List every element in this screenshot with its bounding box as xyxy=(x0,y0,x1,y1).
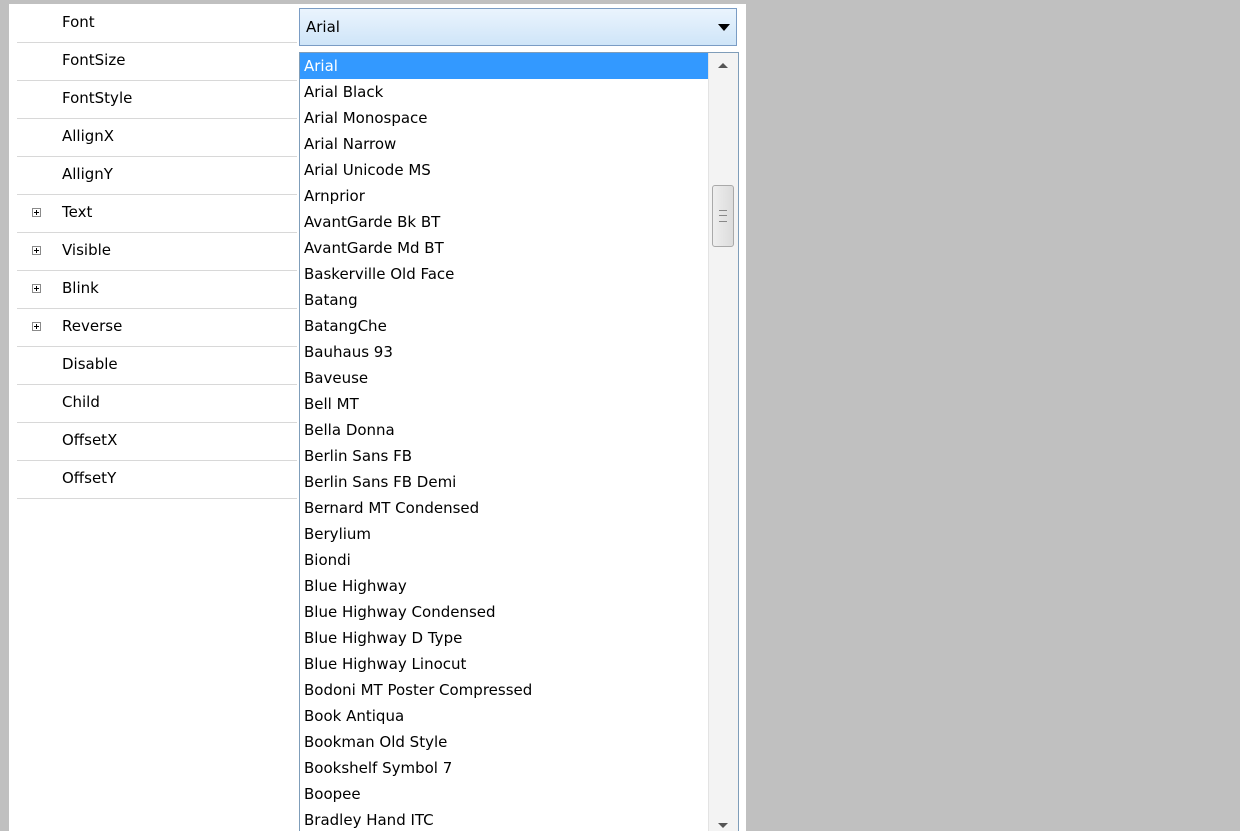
property-row[interactable]: FontStyle xyxy=(17,80,297,119)
property-row[interactable]: Reverse xyxy=(17,308,297,347)
font-option[interactable]: Bauhaus 93 xyxy=(300,339,708,365)
font-option[interactable]: Bookman Old Style xyxy=(300,729,708,755)
font-options: Arial Arial Black Arial Monospace Arial Nar… xyxy=(300,53,708,831)
property-row[interactable]: Text xyxy=(17,194,297,233)
property-label: FontSize xyxy=(62,51,126,69)
font-option[interactable]: Blue Highway D Type xyxy=(300,625,708,651)
font-option[interactable]: BatangChe xyxy=(300,313,708,339)
dropdown-scrollbar[interactable] xyxy=(708,53,738,831)
property-label: AllignY xyxy=(62,165,113,183)
font-option[interactable]: AvantGarde Md BT xyxy=(300,235,708,261)
font-option[interactable]: Bookshelf Symbol 7 xyxy=(300,755,708,781)
font-option[interactable]: Arial Black xyxy=(300,79,708,105)
property-row[interactable]: AllignY xyxy=(17,156,297,195)
font-option[interactable]: Biondi xyxy=(300,547,708,573)
font-option[interactable]: Arnprior xyxy=(300,183,708,209)
property-label: Font xyxy=(62,13,95,31)
scroll-down-arrow-icon[interactable] xyxy=(718,823,728,828)
property-label: Child xyxy=(62,393,100,411)
font-dropdown-list[interactable]: Arial Arial Black Arial Monospace Arial Nar… xyxy=(299,52,739,831)
chevron-down-icon[interactable] xyxy=(718,24,730,31)
font-combobox-value: Arial xyxy=(306,18,340,36)
font-option[interactable]: Bradley Hand ITC xyxy=(300,807,708,831)
property-row[interactable]: AllignX xyxy=(17,118,297,157)
font-option[interactable]: Arial xyxy=(300,53,708,79)
property-row[interactable]: Font xyxy=(17,4,297,43)
font-option[interactable]: Bernard MT Condensed xyxy=(300,495,708,521)
property-label: Visible xyxy=(62,241,111,259)
property-label: Text xyxy=(62,203,93,221)
property-label: OffsetY xyxy=(62,469,117,487)
scrollbar-thumb[interactable] xyxy=(712,185,734,247)
expand-plus-icon[interactable] xyxy=(32,284,41,293)
property-row[interactable]: Child xyxy=(17,384,297,423)
expand-plus-icon[interactable] xyxy=(32,246,41,255)
expand-plus-icon[interactable] xyxy=(32,208,41,217)
property-label: OffsetX xyxy=(62,431,118,449)
property-row[interactable]: OffsetX xyxy=(17,422,297,461)
font-option[interactable]: Book Antiqua xyxy=(300,703,708,729)
property-label: Reverse xyxy=(62,317,123,335)
font-option[interactable]: Arial Monospace xyxy=(300,105,708,131)
font-option[interactable]: Arial Narrow xyxy=(300,131,708,157)
font-option[interactable]: Blue Highway xyxy=(300,573,708,599)
property-label: FontStyle xyxy=(62,89,133,107)
font-option[interactable]: Boopee xyxy=(300,781,708,807)
font-option[interactable]: Bodoni MT Poster Compressed xyxy=(300,677,708,703)
property-row[interactable]: Blink xyxy=(17,270,297,309)
property-row[interactable]: Visible xyxy=(17,232,297,271)
font-option[interactable]: Arial Unicode MS xyxy=(300,157,708,183)
property-row[interactable]: OffsetY xyxy=(17,460,297,499)
left-border xyxy=(0,0,9,831)
empty-workspace xyxy=(746,0,1240,831)
grip-icon xyxy=(719,210,727,222)
font-combobox[interactable]: Arial xyxy=(299,8,737,46)
font-option[interactable]: Batang xyxy=(300,287,708,313)
font-option[interactable]: Berylium xyxy=(300,521,708,547)
scroll-up-arrow-icon[interactable] xyxy=(718,63,728,68)
font-option[interactable]: Baskerville Old Face xyxy=(300,261,708,287)
property-row[interactable]: FontSize xyxy=(17,42,297,81)
font-option[interactable]: Berlin Sans FB xyxy=(300,443,708,469)
font-option[interactable]: AvantGarde Bk BT xyxy=(300,209,708,235)
property-row[interactable]: Disable xyxy=(17,346,297,385)
font-option[interactable]: Blue Highway Condensed xyxy=(300,599,708,625)
font-option[interactable]: Bella Donna xyxy=(300,417,708,443)
font-option[interactable]: Baveuse xyxy=(300,365,708,391)
font-option[interactable]: Blue Highway Linocut xyxy=(300,651,708,677)
font-option[interactable]: Berlin Sans FB Demi xyxy=(300,469,708,495)
expand-plus-icon[interactable] xyxy=(32,322,41,331)
property-label: AllignX xyxy=(62,127,115,145)
property-label: Blink xyxy=(62,279,99,297)
font-option[interactable]: Bell MT xyxy=(300,391,708,417)
property-label: Disable xyxy=(62,355,118,373)
